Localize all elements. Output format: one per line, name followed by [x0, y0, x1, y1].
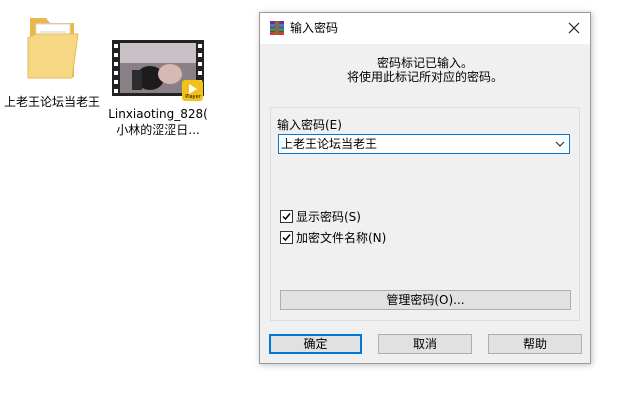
encrypt-filenames-checkbox[interactable]: 加密文件名称(N): [280, 230, 386, 246]
encrypt-filenames-label: 加密文件名称(N): [296, 231, 387, 245]
dialog-titlebar[interactable]: 输入密码: [260, 13, 590, 44]
video-label-line1: Linxiaoting_828(: [108, 107, 208, 121]
folder-icon: [24, 12, 80, 90]
show-password-checkbox[interactable]: 显示密码(S): [280, 209, 361, 225]
chevron-down-icon[interactable]: [554, 138, 566, 150]
cancel-button[interactable]: 取消: [378, 334, 472, 354]
folder-desktop-icon[interactable]: 上老王论坛当老王: [2, 12, 102, 110]
help-button[interactable]: 帮助: [488, 334, 582, 354]
password-label: 输入密码(E): [277, 118, 342, 132]
show-password-label: 显示密码(S): [296, 210, 361, 224]
password-combobox[interactable]: 上老王论坛当老王: [278, 134, 570, 154]
player-badge: Player: [185, 94, 201, 100]
checkbox-checked-icon[interactable]: [280, 210, 293, 223]
manage-passwords-button[interactable]: 管理密码(O)...: [280, 290, 571, 310]
checkbox-checked-icon[interactable]: [280, 231, 293, 244]
video-label-line2: 小林的涩涩日...: [116, 123, 200, 137]
ok-button[interactable]: 确定: [269, 334, 362, 354]
folder-label: 上老王论坛当老王: [3, 95, 100, 109]
dialog-title: 输入密码: [290, 21, 339, 35]
video-thumbnail-icon: Player: [112, 40, 204, 102]
info-message-line2: 将使用此标记所对应的密码。: [346, 70, 503, 84]
winrar-icon: [269, 20, 285, 36]
password-value: 上老王论坛当老王: [281, 137, 378, 151]
password-dialog: 输入密码 密码标记已输入。 将使用此标记所对应的密码。: [259, 12, 591, 364]
video-desktop-icon[interactable]: Player Linxiaoting_828( 小林的涩涩日...: [108, 40, 208, 138]
close-button[interactable]: [558, 13, 590, 44]
close-icon: [568, 17, 580, 38]
